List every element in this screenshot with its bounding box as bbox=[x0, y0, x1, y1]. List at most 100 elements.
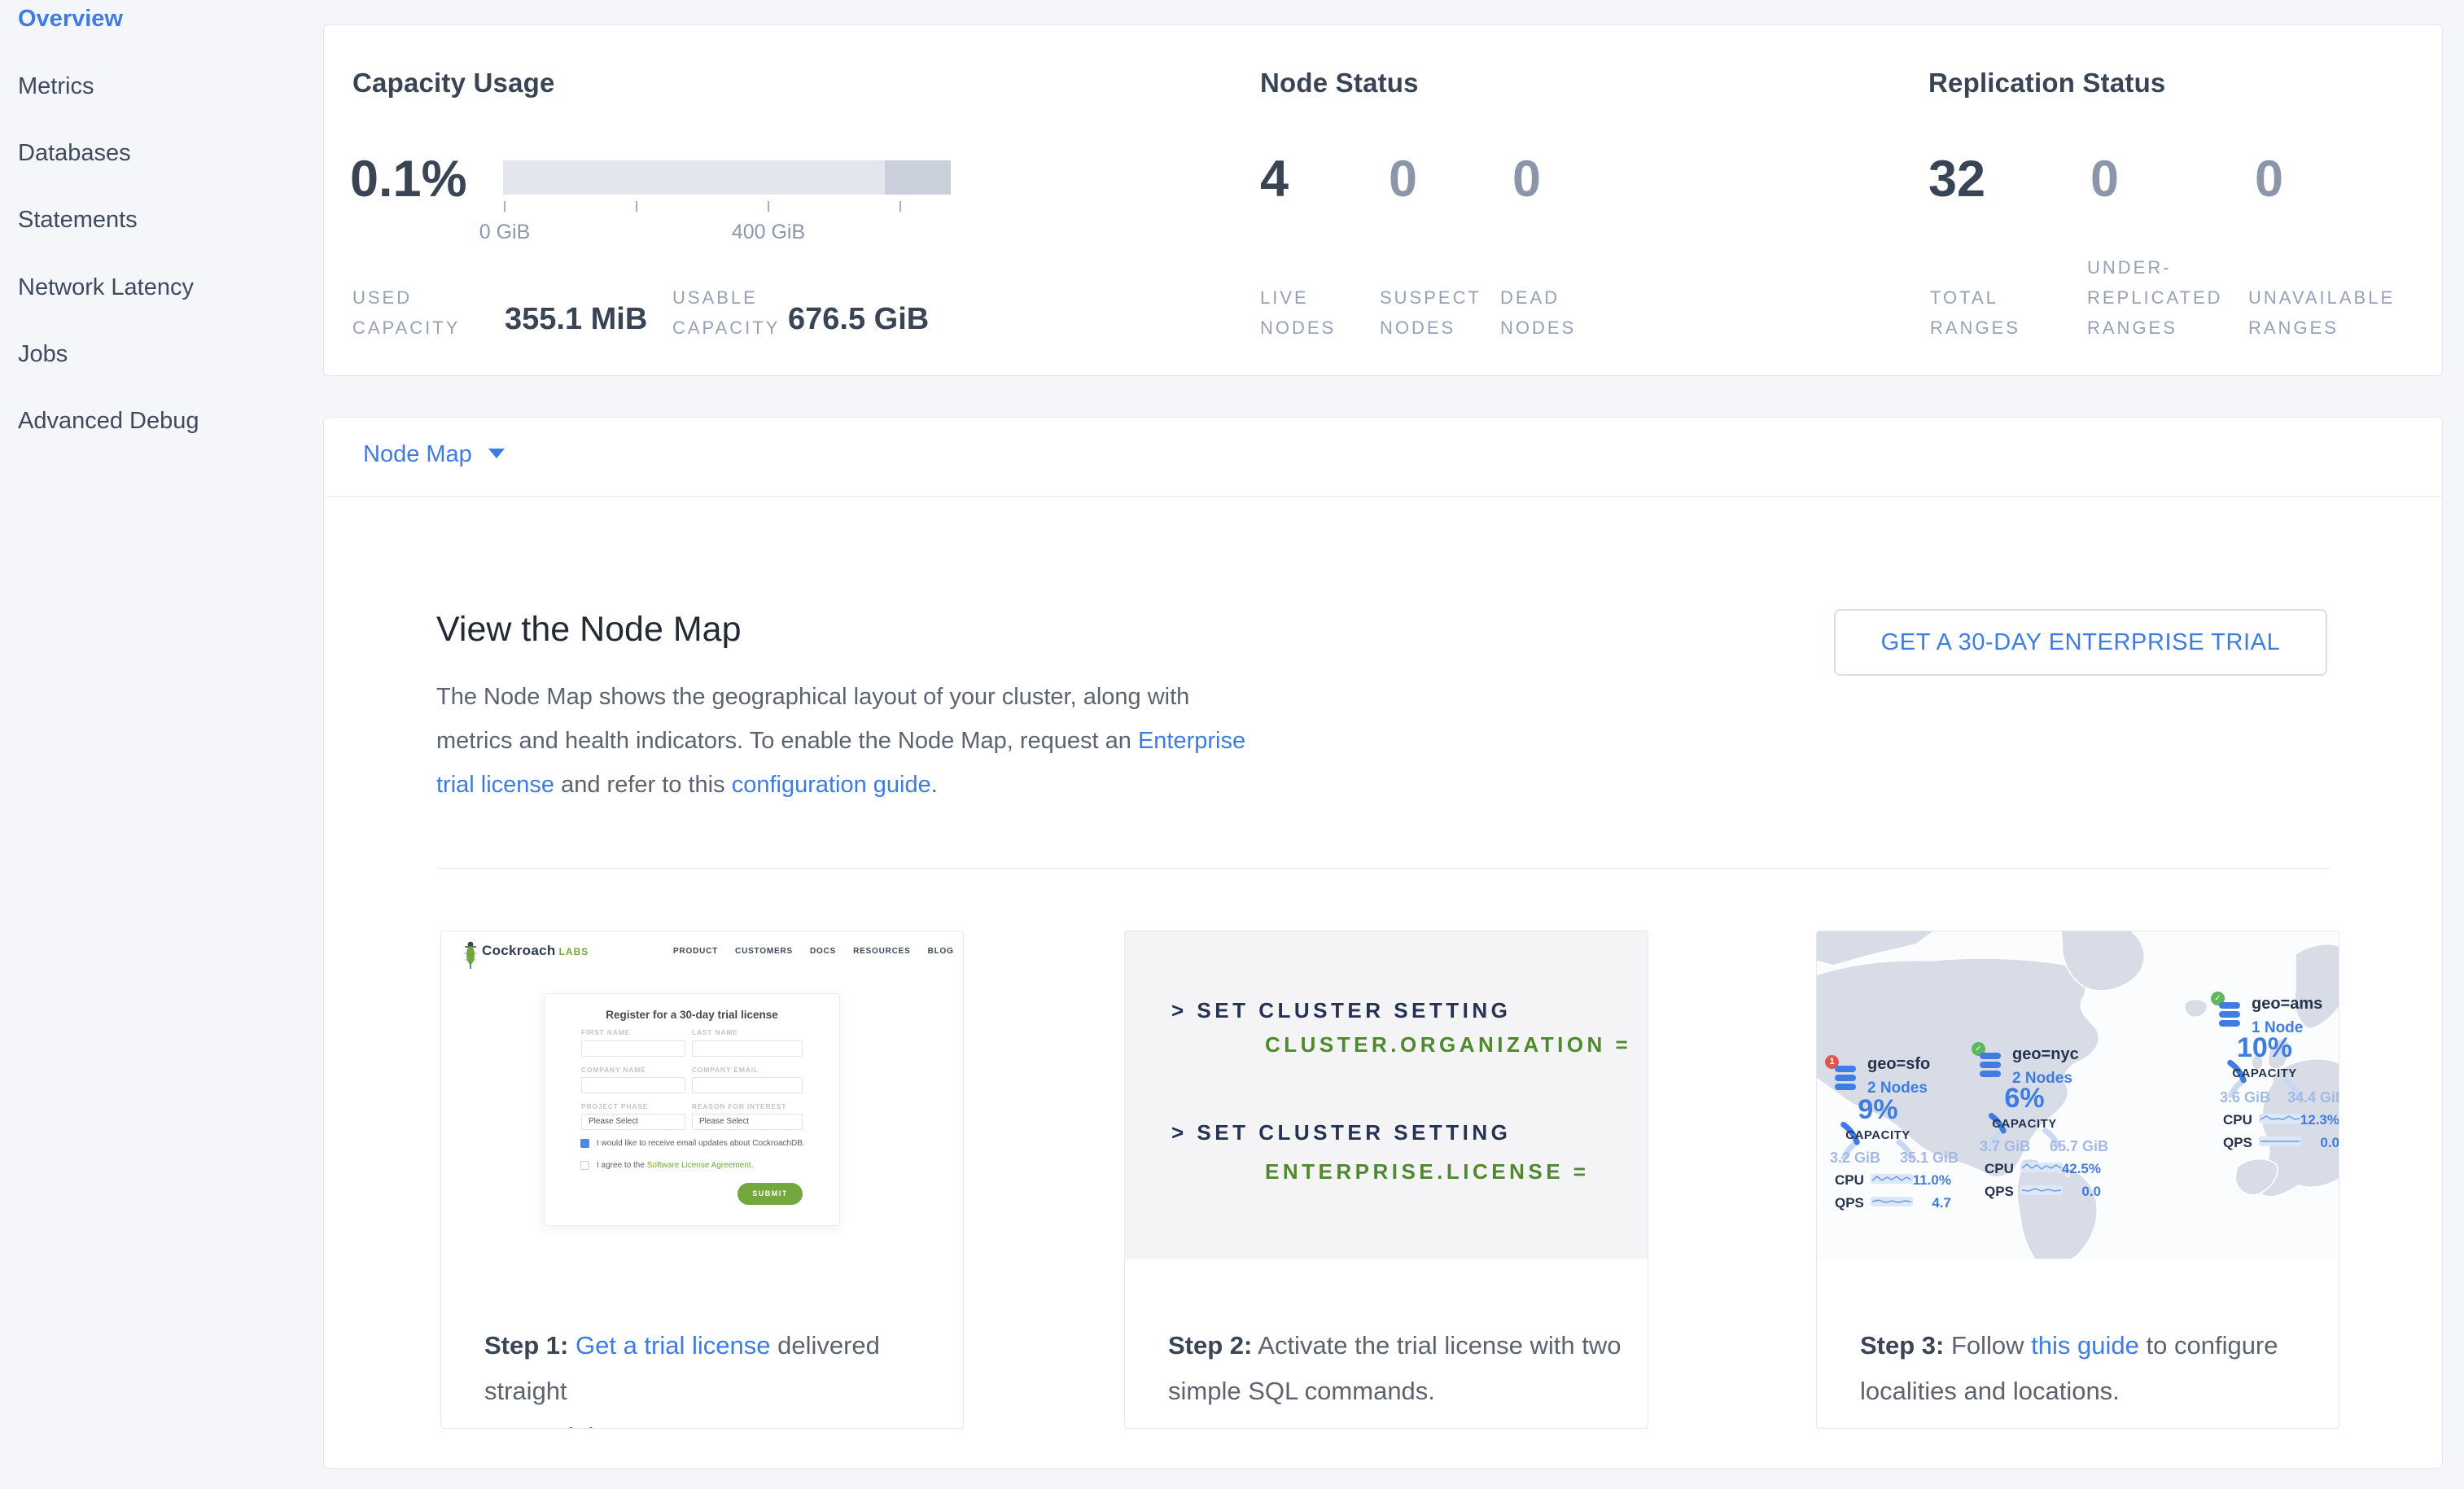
nyc-capacity-max: 65.7 GiB bbox=[2050, 1138, 2108, 1155]
mini-nav-product: PRODUCT bbox=[673, 947, 718, 956]
brand-suffix: LABS bbox=[559, 946, 589, 957]
step-1-card: CockroachLABS PRODUCT CUSTOMERS DOCS RES… bbox=[440, 931, 964, 1429]
license-agreement-checkbox-label: I agree to the Software License Agreemen… bbox=[597, 1161, 753, 1170]
license-agreement-checkbox bbox=[580, 1161, 589, 1170]
suspect-nodes-label-line2: NODES bbox=[1380, 313, 1481, 343]
unavailable-label-line1: UNAVAILABLE bbox=[2248, 282, 2395, 313]
step-3-text-post: to configure bbox=[2139, 1331, 2278, 1360]
agreement-text-pre: I agree to the bbox=[597, 1161, 647, 1170]
step-3-label: Step 3: bbox=[1860, 1331, 1944, 1360]
usable-capacity-label-line2: CAPACITY bbox=[672, 313, 780, 343]
total-ranges-label-line1: TOTAL bbox=[1930, 282, 2020, 313]
mini-site-nav: PRODUCT CUSTOMERS DOCS RESOURCES BLOG DO… bbox=[673, 939, 926, 963]
cockroach-bug-icon bbox=[462, 939, 479, 970]
mini-form-title: Register for a 30-day trial license bbox=[545, 1009, 839, 1021]
this-guide-link[interactable]: this guide bbox=[2031, 1331, 2139, 1360]
step-3-caption-line2: localities and locations. bbox=[1860, 1369, 2331, 1414]
unavailable-label-line2: RANGES bbox=[2248, 313, 2395, 343]
sfo-cpu-label: CPU bbox=[1835, 1172, 1864, 1189]
nyc-qps-value: 0.0 bbox=[2044, 1184, 2101, 1200]
node-map-dropdown[interactable]: Node Map bbox=[363, 441, 505, 468]
usable-capacity-label: USABLE CAPACITY bbox=[672, 282, 780, 343]
sidebar-item-overview[interactable]: Overview bbox=[18, 6, 123, 42]
sidebar-item-advanced-debug[interactable]: Advanced Debug bbox=[18, 408, 199, 444]
step-3-card: 1 geo=sfo 2 Nodes 9% CAPACITY 3.2 GiB 35… bbox=[1816, 931, 2339, 1429]
live-nodes-label-line2: NODES bbox=[1260, 313, 1336, 343]
get-trial-license-link[interactable]: Get a trial license bbox=[576, 1331, 771, 1360]
under-replicated-label-line3: RANGES bbox=[2087, 313, 2223, 343]
ams-capacity-percent: 10% bbox=[2220, 1032, 2309, 1064]
enterprise-trial-license-link[interactable]: Enterprise bbox=[1138, 728, 1245, 754]
total-ranges-value: 32 bbox=[1928, 150, 1985, 208]
live-nodes-value: 4 bbox=[1260, 150, 1289, 208]
configuration-guide-link[interactable]: configuration guide bbox=[732, 772, 931, 798]
capacity-bar-used-segment bbox=[885, 160, 951, 195]
sidebar-item-databases[interactable]: Databases bbox=[18, 140, 131, 176]
total-ranges-label-line2: RANGES bbox=[1930, 313, 2020, 343]
company-name-input bbox=[581, 1077, 685, 1093]
sidebar-item-statements[interactable]: Statements bbox=[18, 207, 138, 243]
brand-name: Cockroach bbox=[482, 943, 556, 958]
promo-line3-text: and refer to this bbox=[554, 772, 732, 798]
sfo-capacity-label: CAPACITY bbox=[1833, 1128, 1923, 1142]
sidebar-item-network-latency[interactable]: Network Latency bbox=[18, 274, 194, 310]
step-2-card: > SET CLUSTER SETTING CLUSTER.ORGANIZATI… bbox=[1124, 931, 1648, 1429]
nyc-capacity-label: CAPACITY bbox=[1980, 1117, 2069, 1131]
under-replicated-ranges-label: UNDER- REPLICATED RANGES bbox=[2087, 252, 2223, 343]
nyc-cpu-value: 42.5% bbox=[2044, 1161, 2101, 1177]
dead-nodes-label: DEAD NODES bbox=[1500, 282, 1576, 343]
promo-title: View the Node Map bbox=[436, 610, 742, 650]
get-enterprise-trial-button[interactable]: GET A 30-DAY ENTERPRISE TRIAL bbox=[1834, 609, 2327, 676]
capacity-tick bbox=[504, 201, 505, 212]
step-1-caption: Step 1: Get a trial license delivered st… bbox=[484, 1323, 955, 1429]
section-divider bbox=[436, 868, 2331, 869]
under-replicated-label-line2: REPLICATED bbox=[2087, 282, 2223, 313]
under-replicated-ranges-value: 0 bbox=[2090, 150, 2119, 208]
nyc-cpu-label: CPU bbox=[1985, 1161, 2014, 1177]
mini-nav-customers: CUSTOMERS bbox=[735, 947, 793, 956]
capacity-scale-mid-label: 400 GiB bbox=[703, 221, 834, 244]
sidebar-item-jobs[interactable]: Jobs bbox=[18, 341, 68, 377]
sfo-capacity-max: 35.1 GiB bbox=[1900, 1150, 1959, 1167]
sfo-capacity-percent: 9% bbox=[1833, 1094, 1923, 1126]
db-console-overview-page: { "colors": { "accent_blue": "#3d7ce2", … bbox=[0, 0, 2464, 1489]
promo-line2: metrics and health indicators. To enable… bbox=[436, 719, 1258, 763]
chevron-down-icon bbox=[488, 449, 505, 458]
first-name-input bbox=[581, 1040, 685, 1057]
nyc-capacity-percent: 6% bbox=[1980, 1083, 2069, 1115]
step-2-caption-line1: Step 2: Activate the trial license with … bbox=[1168, 1323, 1639, 1369]
enterprise-trial-license-link-part2[interactable]: trial license bbox=[436, 772, 554, 798]
sfo-qps-label: QPS bbox=[1835, 1195, 1864, 1211]
capacity-scale-start-label: 0 GiB bbox=[440, 221, 570, 244]
unavailable-ranges-label: UNAVAILABLE RANGES bbox=[2248, 282, 2395, 343]
step-2-text: Activate the trial license with two bbox=[1252, 1331, 1621, 1360]
reason-for-interest-select: Please Select bbox=[692, 1114, 803, 1130]
step-1-caption-line1: Step 1: Get a trial license delivered st… bbox=[484, 1323, 955, 1414]
node-status-title: Node Status bbox=[1260, 68, 1419, 99]
company-name-label: COMPANY NAME bbox=[581, 1066, 646, 1074]
project-phase-select: Please Select bbox=[581, 1114, 685, 1130]
sql-arg-2: ENTERPRISE.LICENSE = bbox=[1265, 1159, 1589, 1185]
promo-description: The Node Map shows the geographical layo… bbox=[436, 675, 1258, 807]
mini-nav-docs: DOCS bbox=[810, 947, 836, 956]
step-1-label: Step 1: bbox=[484, 1331, 568, 1360]
capacity-usage-title: Capacity Usage bbox=[352, 68, 555, 99]
step-2-caption: Step 2: Activate the trial license with … bbox=[1168, 1323, 1639, 1414]
live-nodes-label-line1: LIVE bbox=[1260, 282, 1336, 313]
company-email-input bbox=[692, 1077, 803, 1093]
first-name-label: FIRST NAME bbox=[581, 1028, 630, 1036]
step-3-caption-line1: Step 3: Follow this guide to configure bbox=[1860, 1323, 2331, 1369]
sidebar-item-metrics[interactable]: Metrics bbox=[18, 73, 94, 109]
node-map-illustration: 1 geo=sfo 2 Nodes 9% CAPACITY 3.2 GiB 35… bbox=[1817, 931, 2339, 1259]
suspect-nodes-value: 0 bbox=[1389, 150, 1417, 208]
reason-for-interest-label: REASON FOR INTEREST bbox=[692, 1102, 786, 1110]
live-nodes-label: LIVE NODES bbox=[1260, 282, 1336, 343]
mini-registration-form: Register for a 30-day trial license FIRS… bbox=[544, 993, 840, 1226]
step-3-caption: Step 3: Follow this guide to configure l… bbox=[1860, 1323, 2331, 1414]
mini-nav-resources: RESOURCES bbox=[853, 947, 911, 956]
nyc-capacity-min: 3.7 GiB bbox=[1980, 1138, 2030, 1155]
sql-arg-1: CLUSTER.ORGANIZATION = bbox=[1265, 1032, 1631, 1058]
sfo-qps-value: 4.7 bbox=[1894, 1195, 1951, 1211]
under-replicated-label-line1: UNDER- bbox=[2087, 252, 2223, 282]
mini-submit-button: SUBMIT bbox=[737, 1183, 803, 1205]
